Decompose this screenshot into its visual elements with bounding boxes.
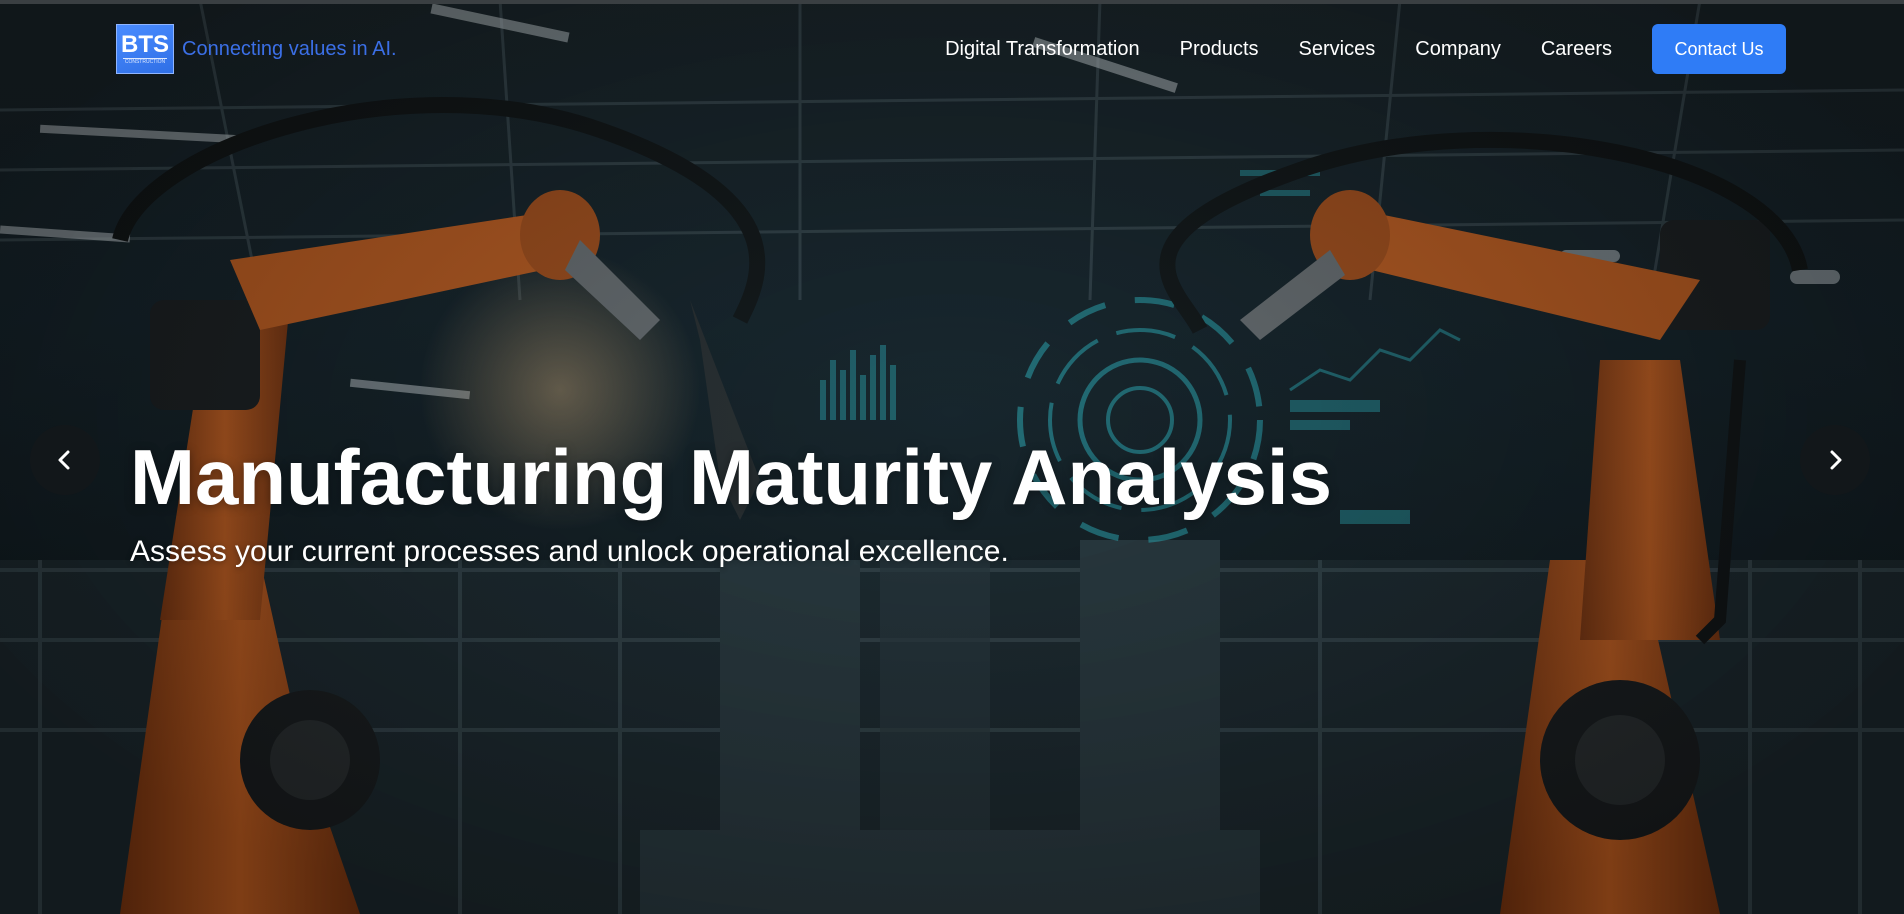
main-navbar: BTS CONSTRUCTION Connecting values in AI… [0, 0, 1904, 100]
hero-subtitle: Assess your current processes and unlock… [130, 535, 1009, 568]
brand-tagline: Connecting values in AI. [182, 38, 397, 60]
nav-item-company[interactable]: Company [1415, 36, 1501, 62]
nav-item-careers[interactable]: Careers [1541, 36, 1612, 62]
hero-section: BTS CONSTRUCTION Connecting values in AI… [0, 0, 1904, 914]
bts-logo-icon: BTS CONSTRUCTION [116, 24, 174, 74]
nav-menu: Digital Transformation Products Services… [945, 36, 1612, 62]
carousel-prev-button[interactable] [30, 425, 100, 495]
brand-logo-link[interactable]: BTS CONSTRUCTION Connecting values in AI… [116, 24, 397, 74]
nav-item-services[interactable]: Services [1299, 36, 1376, 62]
chevron-left-icon [58, 450, 70, 470]
logo-text: BTS [121, 31, 169, 58]
carousel-next-button[interactable] [1800, 425, 1870, 495]
logo-subtext: CONSTRUCTION [122, 58, 168, 65]
contact-us-button[interactable]: Contact Us [1652, 24, 1786, 74]
nav-item-products[interactable]: Products [1180, 36, 1259, 62]
hero-title: Manufacturing Maturity Analysis [130, 433, 1332, 521]
chevron-right-icon [1830, 450, 1842, 470]
nav-item-digital-transformation[interactable]: Digital Transformation [945, 36, 1140, 62]
